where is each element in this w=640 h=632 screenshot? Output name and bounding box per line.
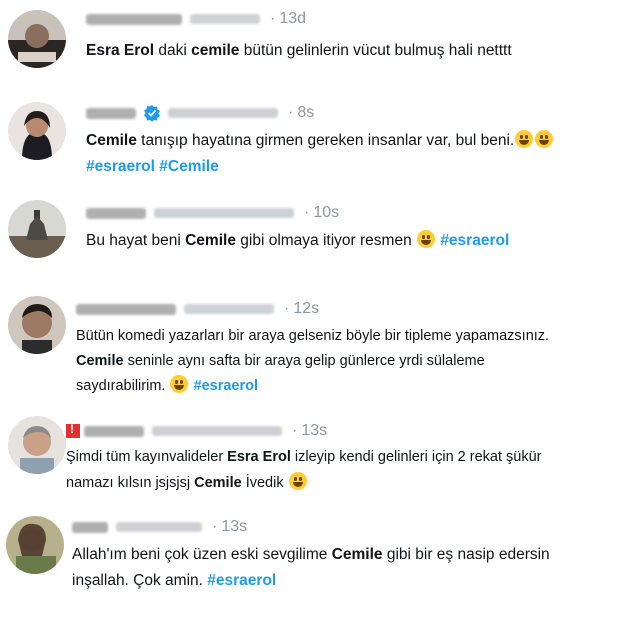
tweet-text-segment: saydırabilirim. bbox=[76, 378, 170, 394]
tweet-line: Allah'ım beni çok üzen eski sevgilime Ce… bbox=[72, 542, 550, 568]
tweet-text-segment: daki bbox=[154, 42, 192, 59]
bold-text: Cemile bbox=[194, 475, 242, 491]
tweet-2[interactable]: · 8s Cemile tanışıp hayatına girmen gere… bbox=[0, 92, 640, 190]
timestamp: 13d bbox=[279, 10, 307, 27]
timestamp: 13s bbox=[301, 422, 328, 439]
handle-blurred bbox=[154, 208, 294, 218]
tweet-meta: · 13s bbox=[66, 422, 327, 440]
username-blurred bbox=[86, 13, 182, 25]
handle-blurred bbox=[184, 304, 274, 314]
avatar[interactable] bbox=[8, 416, 66, 474]
hashtag-link[interactable]: #esraerol bbox=[194, 378, 259, 394]
bold-text: Cemile bbox=[86, 132, 137, 149]
bold-text: Esra Erol bbox=[227, 449, 291, 465]
verified-badge-icon bbox=[144, 105, 160, 121]
hashtag-link[interactable]: #esraerol bbox=[207, 572, 276, 589]
bold-text: cemile bbox=[191, 42, 240, 59]
bold-text: Cemile bbox=[331, 546, 383, 563]
handle-blurred bbox=[116, 522, 202, 532]
tweet-6[interactable]: · 13s Allah'ım beni çok üzen eski sevgil… bbox=[0, 510, 640, 632]
hashtag-link[interactable]: #esraerol bbox=[86, 158, 155, 175]
tweet-line: Cemile tanışıp hayatına girmen gereken i… bbox=[86, 128, 554, 154]
tweet-4[interactable]: · 12s Bütün komedi yazarları bir araya g… bbox=[0, 286, 640, 400]
tweet-text-segment: seninle aynı safta bir araya gelip günle… bbox=[123, 353, 485, 369]
tweet-meta: · 13d bbox=[86, 10, 306, 28]
avatar[interactable] bbox=[8, 200, 66, 258]
tweet-text-segment: namazı kılsın jsjsjsj bbox=[66, 475, 195, 491]
tweet-text: Allah'ım beni çok üzen eski sevgilime Ce… bbox=[72, 542, 550, 594]
tweet-line: Esra Erol daki cemile bütün gelinlerin v… bbox=[86, 38, 512, 64]
tweet-text: Bu hayat beni Cemile gibi olmaya itiyor … bbox=[86, 228, 509, 254]
tweet-line: inşallah. Çok amin. #esraerol bbox=[72, 568, 550, 594]
tweet-line: #esraerol #Cemile bbox=[86, 154, 554, 180]
username-blurred bbox=[86, 207, 146, 219]
tweet-text-segment: İvedik bbox=[241, 475, 288, 491]
grin-emoji-icon bbox=[170, 375, 189, 393]
username-blurred bbox=[76, 303, 176, 315]
tweet-5[interactable]: · 13s Şimdi tüm kayınvalideler Esra Erol… bbox=[0, 400, 640, 510]
tweet-text: Bütün komedi yazarları bir araya gelseni… bbox=[76, 324, 549, 399]
avatar[interactable] bbox=[8, 102, 66, 160]
timestamp: 10s bbox=[313, 204, 340, 221]
tweet-text-segment: Şimdi tüm kayınvalideler bbox=[66, 449, 228, 465]
tweet-3[interactable]: · 10s Bu hayat beni Cemile gibi olmaya i… bbox=[0, 190, 640, 286]
tweet-line: Şimdi tüm kayınvalideler Esra Erol izley… bbox=[66, 444, 542, 470]
username-blurred bbox=[72, 521, 108, 533]
tweet-text-segment: tanışıp hayatına girmen gereken insanlar… bbox=[136, 132, 515, 149]
timestamp: 12s bbox=[293, 300, 320, 317]
tweet-line: saydırabilirim. #esraerol bbox=[76, 374, 549, 399]
handle-blurred bbox=[168, 108, 278, 118]
tweet-text-segment: gibi olmaya itiyor resmen bbox=[235, 232, 416, 249]
handle-blurred bbox=[190, 14, 260, 24]
username-blurred bbox=[84, 425, 144, 437]
timestamp: 13s bbox=[221, 518, 248, 535]
avatar[interactable] bbox=[8, 296, 66, 354]
tweet-text-segment: inşallah. Çok amin. bbox=[72, 572, 208, 589]
grin-emoji-icon bbox=[515, 130, 534, 148]
tweet-line: Bütün komedi yazarları bir araya gelseni… bbox=[76, 324, 549, 349]
joy-emoji-icon bbox=[288, 472, 307, 490]
avatar[interactable] bbox=[6, 516, 64, 574]
hashtag-link[interactable]: #Cemile bbox=[159, 158, 218, 175]
handle-blurred bbox=[152, 426, 282, 436]
tweet-1[interactable]: · 13d Esra Erol daki cemile bütün gelinl… bbox=[0, 0, 640, 92]
tweet-text-segment: Allah'ım beni çok üzen eski sevgilime bbox=[72, 546, 332, 563]
username-blurred bbox=[86, 107, 136, 119]
tweet-text: Cemile tanışıp hayatına girmen gereken i… bbox=[86, 128, 554, 180]
tweet-line: Cemile seninle aynı safta bir araya geli… bbox=[76, 349, 549, 374]
tweet-meta: · 10s bbox=[86, 204, 339, 222]
tweet-meta: · 8s bbox=[86, 104, 314, 122]
timestamp: 8s bbox=[297, 104, 315, 121]
avatar[interactable] bbox=[8, 10, 66, 68]
tweet-text-segment: izleyip kendi gelinleri için 2 rekat şük… bbox=[290, 449, 542, 465]
bold-text: Cemile bbox=[76, 353, 124, 369]
hashtag-link[interactable]: #esraerol bbox=[440, 232, 509, 249]
tweet-text-segment: Bütün komedi yazarları bir araya gelseni… bbox=[76, 328, 550, 344]
tweet-line: namazı kılsın jsjsjsj Cemile İvedik bbox=[66, 470, 542, 496]
tweet-text-segment: Bu hayat beni bbox=[86, 232, 186, 249]
tweet-meta: · 13s bbox=[72, 518, 247, 536]
tweet-text: Esra Erol daki cemile bütün gelinlerin v… bbox=[86, 38, 512, 64]
tweet-meta: · 12s bbox=[76, 300, 319, 318]
bold-text: Esra Erol bbox=[86, 42, 155, 59]
tweet-text-segment: gibi bir eş nasip edersin bbox=[382, 546, 550, 563]
tweet-line: Bu hayat beni Cemile gibi olmaya itiyor … bbox=[86, 228, 509, 254]
grin-emoji-icon bbox=[535, 130, 554, 148]
joy-emoji-icon bbox=[417, 230, 435, 248]
tweet-text: Şimdi tüm kayınvalideler Esra Erol izley… bbox=[66, 444, 542, 496]
warning-icon bbox=[66, 422, 80, 438]
tweet-text-segment: bütün gelinlerin vücut bulmuş hali nettt… bbox=[239, 42, 512, 59]
bold-text: Cemile bbox=[185, 232, 236, 249]
